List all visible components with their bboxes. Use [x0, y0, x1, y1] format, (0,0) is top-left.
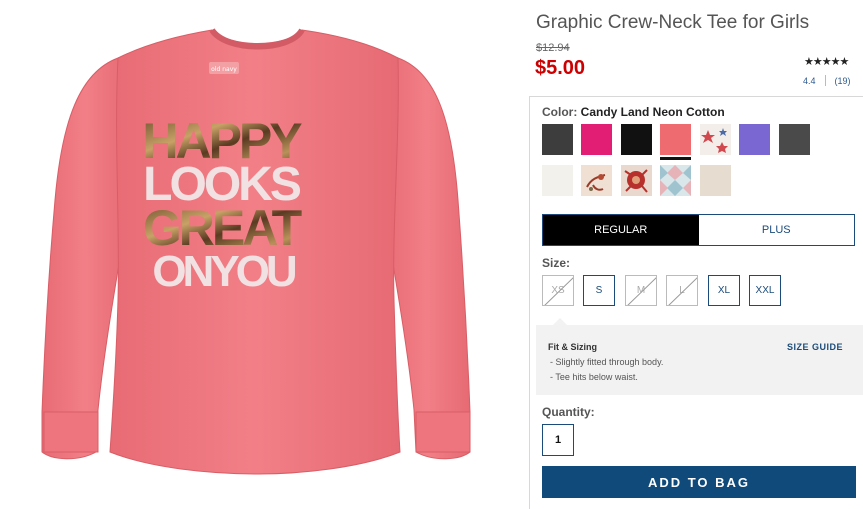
- rating-summary[interactable]: 4.4 (19): [803, 75, 851, 86]
- rating-value[interactable]: 4.4: [803, 76, 816, 86]
- unavailable-slash-icon: [544, 277, 573, 305]
- floral-pattern-icon: [586, 174, 606, 191]
- neck-tag-text: old navy: [211, 66, 237, 73]
- swatch-star-print[interactable]: [700, 124, 731, 155]
- fit-detail-2: - Tee hits below waist.: [550, 372, 638, 382]
- sale-price: $5.00: [535, 57, 586, 79]
- swatch-oatmeal[interactable]: [700, 165, 731, 196]
- add-to-bag-button[interactable]: ADD TO BAG: [542, 466, 856, 498]
- unavailable-slash-icon: [627, 277, 656, 305]
- swatch-candy-land-neon[interactable]: [660, 124, 691, 160]
- swatch-charcoal[interactable]: [542, 124, 573, 155]
- product-title: Graphic Crew-Neck Tee for Girls: [536, 12, 810, 33]
- fit-box-pointer: [553, 318, 567, 325]
- swatch-magenta[interactable]: [581, 124, 612, 155]
- star-rating-icon[interactable]: ★★★★★: [804, 55, 849, 68]
- fit-detail-1: - Slightly fitted through body.: [550, 357, 664, 367]
- swatch-dark-heather[interactable]: [779, 124, 810, 155]
- size-xxl[interactable]: XXL: [749, 275, 781, 306]
- swatch-floral-print[interactable]: [581, 165, 612, 196]
- selected-color-name: Candy Land Neon Cotton: [580, 105, 725, 119]
- size-l[interactable]: L: [666, 275, 698, 306]
- original-price: $12.94: [536, 42, 570, 54]
- color-label: Color: Candy Land Neon Cotton: [542, 105, 725, 119]
- fit-sizing-title: Fit & Sizing: [548, 342, 597, 352]
- size-s[interactable]: S: [583, 275, 615, 306]
- fit-option-plus[interactable]: PLUS: [698, 215, 854, 245]
- size-guide-link[interactable]: SIZE GUIDE: [787, 342, 843, 352]
- product-image[interactable]: old navy HAPPY LOOKS GREAT ONYOU: [0, 0, 528, 509]
- quantity-input[interactable]: 1: [542, 424, 574, 456]
- rating-divider: [824, 75, 826, 86]
- quantity-label: Quantity:: [542, 405, 595, 419]
- swatch-black[interactable]: [621, 124, 652, 155]
- size-xl[interactable]: XL: [708, 275, 740, 306]
- star-pattern-icon: [701, 128, 728, 153]
- color-label-text: Color:: [542, 105, 578, 119]
- swatch-cream[interactable]: [542, 165, 573, 196]
- geo-pattern-icon: [660, 165, 691, 196]
- swatch-red-floral[interactable]: [621, 165, 652, 196]
- swatch-geo-print[interactable]: [660, 165, 691, 196]
- red-floral-pattern-icon: [624, 169, 648, 193]
- unavailable-slash-icon: [668, 277, 697, 305]
- size-m[interactable]: M: [625, 275, 657, 306]
- tee-illustration: old navy HAPPY LOOKS GREAT ONYOU: [41, 28, 471, 475]
- fit-toggle: REGULAR PLUS: [542, 214, 855, 246]
- fit-option-regular[interactable]: REGULAR: [543, 215, 699, 245]
- swatch-purple[interactable]: [739, 124, 770, 155]
- size-xs[interactable]: XS: [542, 275, 574, 306]
- print-line-4: ONYOU: [152, 247, 296, 296]
- size-label: Size:: [542, 256, 571, 270]
- review-count[interactable]: (19): [835, 76, 851, 86]
